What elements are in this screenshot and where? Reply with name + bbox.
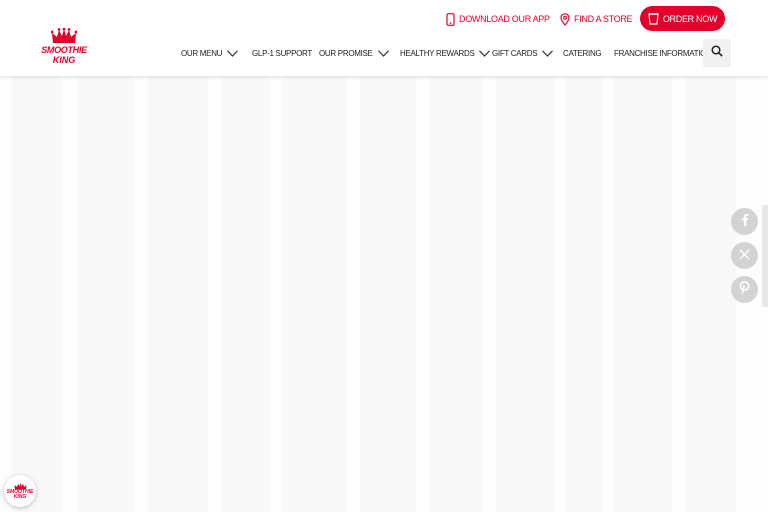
logo-wordmark-line2: KING: [52, 55, 76, 65]
placeholder-column: [614, 76, 672, 512]
social-share-rail: [762, 205, 768, 307]
nav-item-healthy-rewards[interactable]: HEALTHY REWARDS: [400, 44, 491, 62]
location-pin-icon: [560, 12, 570, 26]
order-now-button[interactable]: ORDER NOW: [640, 6, 725, 31]
nav-item-label: FRANCHISE INFORMATION: [614, 48, 712, 58]
placeholder-column: [496, 76, 554, 512]
nav-item-our-menu[interactable]: OUR MENU: [181, 44, 239, 62]
facebook-icon: [741, 213, 749, 231]
nav-item-label: OUR MENU: [181, 48, 223, 58]
nav-item-gift-cards[interactable]: GIFT CARDS: [492, 44, 554, 62]
placeholder-column: [12, 76, 62, 512]
placeholder-column: [566, 76, 602, 512]
smoothie-king-logo[interactable]: SMOOTHIE KING: [34, 28, 94, 72]
chevron-down-icon: [542, 49, 554, 57]
x-share-button[interactable]: [731, 242, 758, 269]
chevron-down-icon: [377, 49, 389, 57]
placeholder-column: [430, 76, 482, 512]
nav-item-label: CATERING: [563, 48, 602, 58]
smoothie-king-badge[interactable]: SMOOTHIE KING: [4, 475, 36, 507]
pinterest-icon: [739, 280, 750, 299]
order-now-label: ORDER NOW: [662, 13, 718, 24]
placeholder-column: [78, 76, 134, 512]
download-app-label: DOWNLOAD OUR APP: [459, 14, 550, 24]
phone-icon: [446, 12, 455, 26]
nav-item-glp1-support[interactable]: GLP-1 SUPPORT: [252, 44, 312, 62]
placeholder-column: [148, 76, 208, 512]
search-button[interactable]: [703, 39, 731, 67]
logo-wordmark-line1: SMOOTHIE: [41, 45, 87, 55]
chevron-down-icon: [479, 49, 491, 57]
chevron-down-icon: [227, 49, 239, 57]
crown-icon: [51, 28, 77, 43]
nav-item-franchise-information[interactable]: FRANCHISE INFORMATION: [614, 44, 712, 62]
page-content-loading: [0, 76, 768, 512]
nav-item-our-promise[interactable]: OUR PROMISE: [319, 44, 389, 62]
x-icon: [739, 247, 750, 265]
placeholder-column: [222, 76, 270, 512]
nav-item-catering[interactable]: CATERING: [563, 44, 602, 62]
facebook-share-button[interactable]: [731, 208, 758, 235]
download-app-link[interactable]: DOWNLOAD OUR APP: [446, 8, 550, 30]
site-header: SMOOTHIE KING DOWNLOAD OUR APP FIND A ST…: [0, 0, 768, 76]
placeholder-column: [360, 76, 416, 512]
placeholder-column: [282, 76, 346, 512]
search-icon: [711, 44, 723, 62]
find-store-link[interactable]: FIND A STORE: [560, 8, 633, 30]
badge-wordmark-line2: KING: [13, 493, 27, 500]
nav-item-label: OUR PROMISE: [319, 48, 373, 58]
placeholder-column: [686, 76, 736, 512]
find-store-label: FIND A STORE: [574, 14, 633, 24]
cup-icon: [648, 12, 659, 25]
nav-item-label: GIFT CARDS: [492, 48, 538, 58]
nav-item-label: HEALTHY REWARDS: [400, 48, 475, 58]
nav-item-label: GLP-1 SUPPORT: [252, 48, 312, 58]
pinterest-share-button[interactable]: [731, 276, 758, 303]
